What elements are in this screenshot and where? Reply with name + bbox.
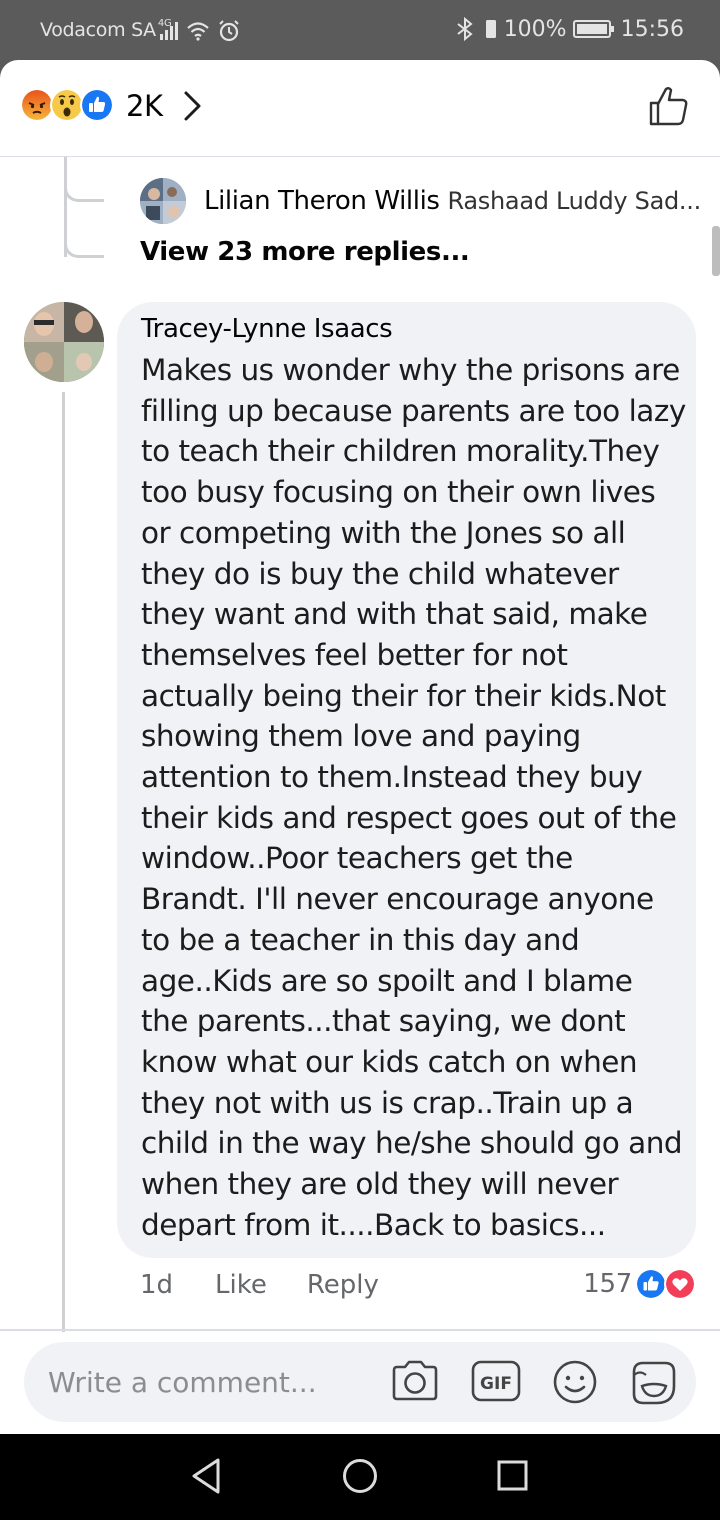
divider <box>0 1329 720 1331</box>
reply-snippet: Rashaad Luddy Sad... <box>447 187 702 215</box>
recents-icon[interactable] <box>494 1456 532 1496</box>
avatar[interactable] <box>24 302 104 382</box>
reaction-count[interactable]: 2K <box>126 89 163 123</box>
bluetooth-icon <box>457 16 473 42</box>
comment-reactions[interactable]: 157 <box>583 1268 696 1300</box>
comment-composer: GIF <box>24 1342 696 1422</box>
gif-icon[interactable]: GIF <box>470 1358 522 1404</box>
signal-wifi-alarm-icons <box>158 18 248 48</box>
comment-reaction-count: 157 <box>583 1269 632 1299</box>
camera-icon[interactable] <box>390 1358 440 1404</box>
navigation-bar <box>0 1434 720 1520</box>
comment-input[interactable] <box>48 1362 378 1402</box>
comment-bubble[interactable]: Tracey-Lynne Isaacs Makes us wonder why … <box>117 302 696 1258</box>
angry-emoji-icon <box>20 88 54 122</box>
view-more-replies-link[interactable]: View 23 more replies... <box>140 237 470 267</box>
like-emoji-icon <box>80 88 114 122</box>
sticker-icon[interactable] <box>628 1358 680 1408</box>
reply-button[interactable]: Reply <box>307 1270 379 1300</box>
like-button[interactable]: Like <box>215 1270 267 1300</box>
thread-branch <box>64 202 104 258</box>
comment-text: Makes us wonder why the prisons are fill… <box>141 353 686 1242</box>
clock: 15:56 <box>620 16 684 42</box>
back-icon[interactable] <box>188 1456 224 1496</box>
carrier-label: Vodacom SA 4G <box>40 18 172 41</box>
emoji-icon[interactable] <box>551 1358 599 1406</box>
battery-icon <box>572 20 614 38</box>
signal-icon <box>160 20 239 42</box>
home-icon[interactable] <box>340 1456 380 1496</box>
comment-author[interactable]: Tracey-Lynne Isaacs <box>141 314 393 344</box>
svg-text:GIF: GIF <box>480 1374 512 1394</box>
chevron-right-icon[interactable] <box>182 90 204 122</box>
thumbs-up-icon[interactable] <box>648 85 690 127</box>
thread-connector <box>62 392 65 1332</box>
carrier-name: Vodacom SA <box>40 19 156 41</box>
reply-author[interactable]: Lilian Theron Willis <box>204 186 440 216</box>
like-emoji-icon <box>635 1268 667 1300</box>
comment-timestamp: 1d <box>140 1270 174 1300</box>
comments-sheet: 2K Lilian Theron Willis Rashaad Luddy Sa… <box>0 60 720 1434</box>
scrollbar[interactable] <box>712 226 720 276</box>
avatar[interactable] <box>140 178 186 224</box>
battery-percent: 100% <box>503 16 567 42</box>
status-right: 100% 15:56 <box>454 16 684 42</box>
comment-actions: 1d Like Reply <box>140 1270 421 1300</box>
status-bar: Vodacom SA 4G 100% 15:56 <box>0 0 720 62</box>
vibrate-icon <box>485 20 496 38</box>
reactions-header: 2K <box>0 60 720 157</box>
love-emoji-icon <box>664 1268 696 1300</box>
reply-preview[interactable]: Lilian Theron Willis Rashaad Luddy Sad..… <box>140 178 701 224</box>
wow-emoji-icon <box>50 88 84 122</box>
reactions-summary[interactable] <box>20 88 114 122</box>
thread-branch <box>64 157 104 202</box>
